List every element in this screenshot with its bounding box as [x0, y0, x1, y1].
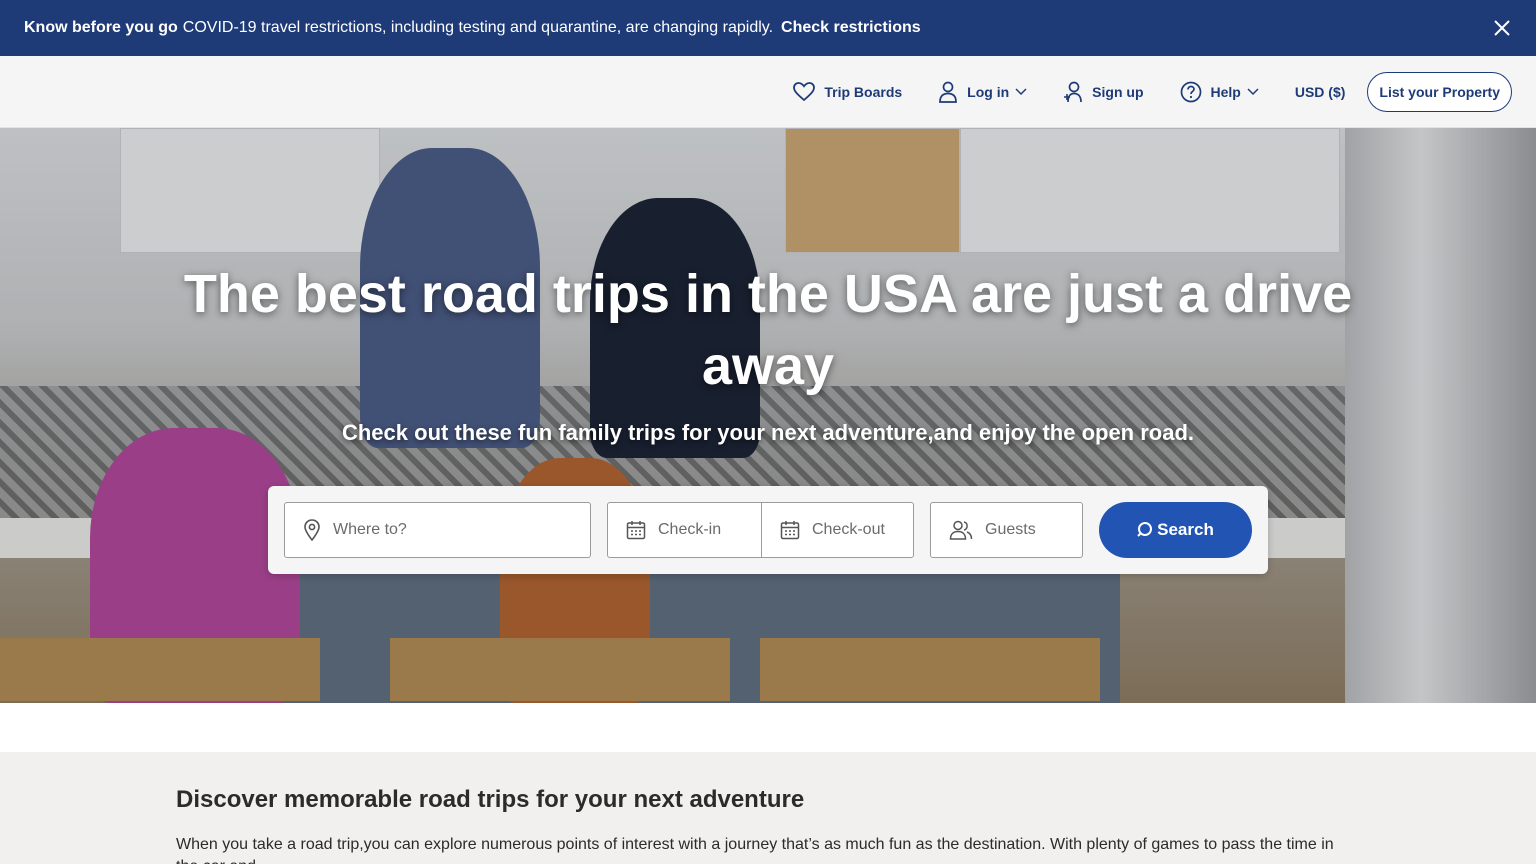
destination-field[interactable]: Where to? [284, 502, 591, 558]
log-in-label: Log in [967, 84, 1010, 100]
help-menu[interactable]: Help [1180, 81, 1259, 103]
guests-placeholder: Guests [985, 521, 1036, 538]
search-button[interactable]: Search [1099, 502, 1252, 558]
help-icon [1180, 81, 1201, 103]
banner-text: COVID-19 travel restrictions, including … [182, 19, 774, 36]
heart-icon [793, 82, 816, 102]
help-label: Help [1210, 84, 1241, 100]
guests-icon [949, 520, 973, 540]
top-nav: Trip Boards Log in Sign up Help USD ($) … [793, 72, 1512, 112]
calendar-icon [626, 521, 646, 540]
chevron-down-icon [1015, 88, 1027, 96]
check-out-field[interactable]: Check-out [761, 502, 914, 558]
destination-placeholder: Where to? [333, 521, 407, 538]
check-out-placeholder: Check-out [812, 521, 885, 538]
check-restrictions-link[interactable]: Check restrictions [781, 19, 921, 37]
chevron-down-icon [1247, 88, 1259, 96]
user-icon [939, 81, 958, 103]
trip-boards-link[interactable]: Trip Boards [793, 82, 902, 102]
search-icon [1137, 522, 1153, 537]
close-icon[interactable] [1492, 18, 1512, 38]
covid-banner: Know before you go COVID-19 travel restr… [0, 0, 1536, 56]
section-intro: When you take a road trip,you can explor… [176, 836, 1334, 864]
hero-banner [0, 128, 1536, 703]
calendar-icon [780, 521, 800, 540]
spacer [0, 703, 1536, 752]
search-form: Where to? Check-in Check-out Guests Sear… [268, 486, 1268, 574]
currency-selector[interactable]: USD ($) [1295, 84, 1346, 100]
section-heading: Discover memorable road trips for your n… [176, 786, 805, 813]
road-trips-section: Discover memorable road trips for your n… [0, 752, 1536, 864]
banner-heading: Know before you go [24, 19, 178, 36]
sign-up-label: Sign up [1092, 84, 1144, 100]
check-in-placeholder: Check-in [658, 521, 722, 538]
sign-up-link[interactable]: Sign up [1063, 81, 1144, 103]
add-user-icon [1064, 81, 1083, 103]
trip-boards-label: Trip Boards [824, 84, 903, 100]
site-header: Trip Boards Log in Sign up Help USD ($) … [0, 56, 1536, 128]
currency-label: USD ($) [1294, 84, 1346, 100]
guests-field[interactable]: Guests [930, 502, 1083, 558]
check-in-field[interactable]: Check-in [607, 502, 762, 558]
log-in-menu[interactable]: Log in [938, 81, 1027, 103]
hero-title: The best road trips in the USA are just … [183, 264, 1353, 396]
hero-subtitle: Check out these fun family trips for you… [341, 420, 1195, 445]
list-property-button[interactable]: List your Property [1367, 72, 1512, 112]
search-button-label: Search [1157, 520, 1214, 539]
map-pin-icon [304, 519, 320, 541]
